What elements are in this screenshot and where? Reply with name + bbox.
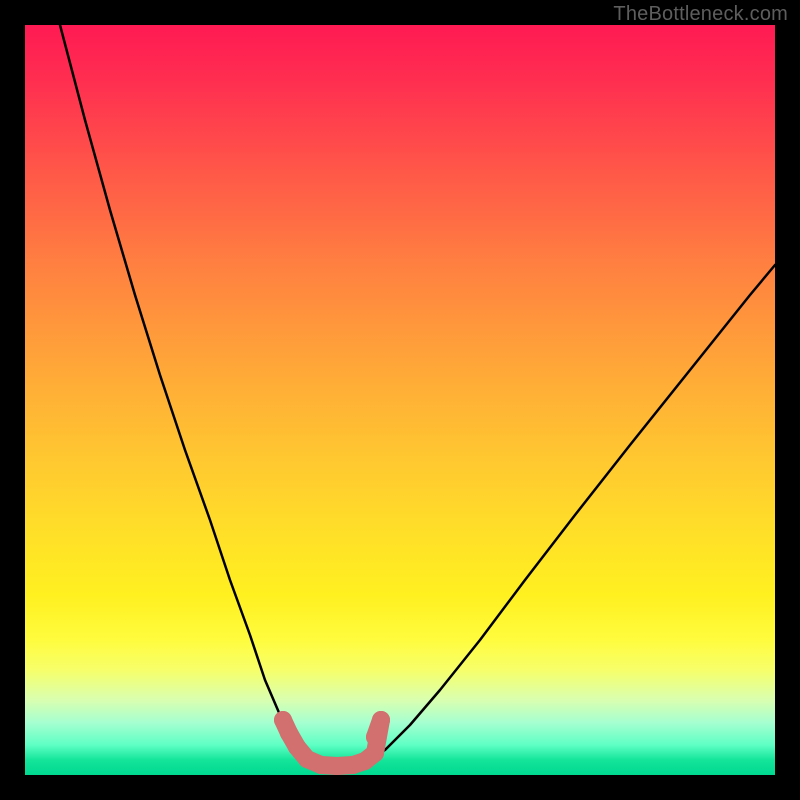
highlight-dot — [328, 757, 346, 775]
highlight-dot — [372, 711, 390, 729]
chart-frame: TheBottleneck.com — [0, 0, 800, 800]
highlight-dot — [312, 756, 330, 774]
chart-svg — [25, 25, 775, 775]
chart-plot-area — [25, 25, 775, 775]
curve-left-branch — [60, 25, 313, 763]
highlight-dot — [366, 744, 384, 762]
highlight-dot — [366, 728, 384, 746]
highlight-group — [274, 711, 390, 775]
curve-right-branch — [365, 265, 775, 763]
watermark-text: TheBottleneck.com — [613, 3, 788, 26]
